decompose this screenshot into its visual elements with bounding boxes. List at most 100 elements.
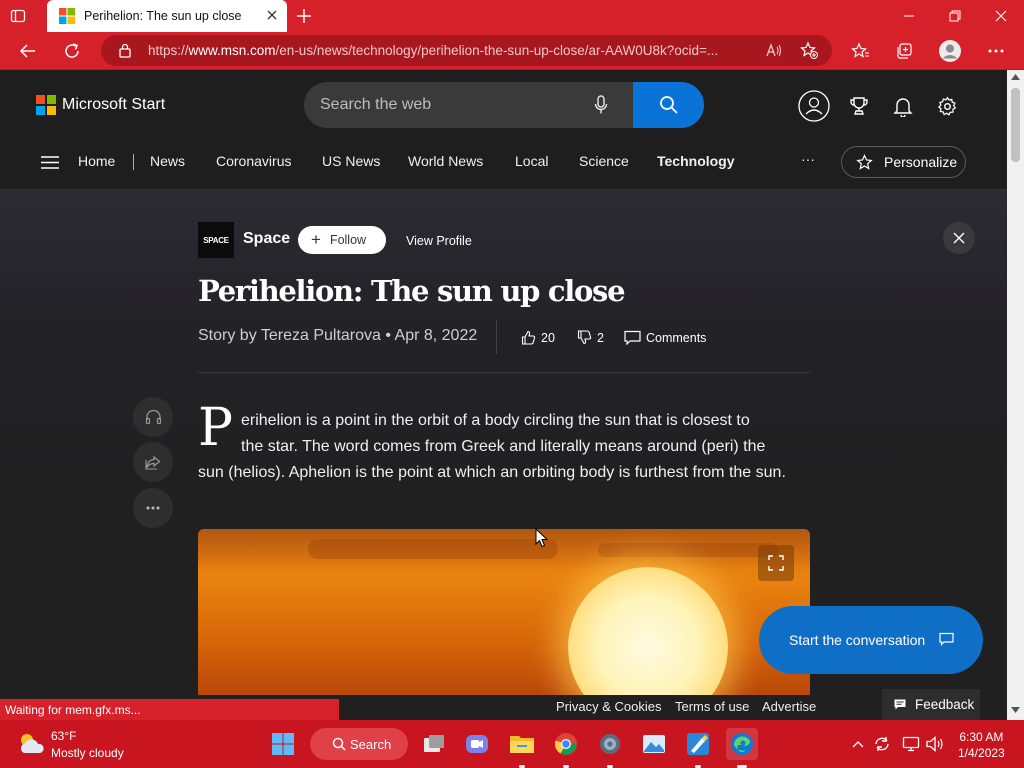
- article-panel: SPACE Space + Follow View Profile Perihe…: [0, 190, 1007, 720]
- ellipsis-icon: [146, 506, 160, 510]
- personalize-button[interactable]: Personalize: [841, 146, 966, 178]
- like-button[interactable]: 20: [521, 330, 555, 345]
- close-tab-icon[interactable]: [264, 7, 280, 23]
- fullscreen-image-button[interactable]: [758, 545, 794, 581]
- advertise-link[interactable]: Advertise: [762, 699, 816, 714]
- more-options-button[interactable]: [133, 488, 173, 528]
- nav-item-science[interactable]: Science: [579, 153, 629, 169]
- feedback-button[interactable]: Feedback: [882, 689, 980, 720]
- microsoft-start-logo[interactable]: Microsoft Start: [36, 95, 165, 115]
- chrome-icon[interactable]: [550, 728, 582, 760]
- browser-toolbar: https://www.msn.com/en-us/news/technolog…: [0, 32, 1024, 70]
- refresh-icon[interactable]: [57, 37, 87, 65]
- privacy-cookies-link[interactable]: Privacy & Cookies: [556, 699, 661, 714]
- account-icon[interactable]: [798, 90, 830, 122]
- close-window-icon[interactable]: [978, 0, 1024, 32]
- weather-condition: Mostly cloudy: [51, 746, 124, 760]
- nav-item-local[interactable]: Local: [515, 153, 548, 169]
- search-button[interactable]: [633, 82, 704, 128]
- thumbs-down-icon: [577, 330, 592, 345]
- scrollbar-thumb[interactable]: [1011, 88, 1020, 162]
- hamburger-menu-icon[interactable]: [41, 156, 59, 169]
- lock-icon[interactable]: [118, 43, 132, 58]
- comments-button[interactable]: Comments: [624, 330, 706, 345]
- page-scrollbar[interactable]: [1007, 70, 1024, 720]
- address-bar[interactable]: https://www.msn.com/en-us/news/technolog…: [101, 35, 832, 66]
- partly-cloudy-icon: [20, 734, 44, 753]
- chat-bubble-icon: [939, 632, 954, 646]
- settings-app-icon[interactable]: [594, 728, 626, 760]
- publisher-name[interactable]: Space: [243, 230, 290, 248]
- clock-date: 1/4/2023: [958, 746, 1005, 760]
- article-hero-image[interactable]: [198, 529, 810, 695]
- scroll-up-arrow-icon[interactable]: [1011, 74, 1020, 80]
- terms-of-use-link[interactable]: Terms of use: [675, 699, 749, 714]
- hero-sun: [568, 567, 728, 695]
- tab-title: Perihelion: The sun up close: [84, 9, 242, 23]
- taskbar-search-button[interactable]: Search: [310, 728, 408, 760]
- nav-item-coronavirus[interactable]: Coronavirus: [216, 153, 291, 169]
- microsoft-logo-icon: [36, 95, 56, 115]
- view-profile-link[interactable]: View Profile: [406, 234, 472, 248]
- settings-more-icon[interactable]: [981, 37, 1011, 65]
- back-arrow-icon[interactable]: [13, 37, 43, 65]
- article-paragraph: erihelion is a point in the orbit of a b…: [198, 408, 810, 486]
- scroll-down-arrow-icon[interactable]: [1011, 707, 1020, 713]
- edge-browser-icon[interactable]: [726, 728, 758, 760]
- msn-favicon-icon: [59, 8, 75, 24]
- nav-item-technology[interactable]: Technology: [657, 153, 735, 169]
- nav-item-home[interactable]: Home: [78, 153, 115, 169]
- listen-button[interactable]: [133, 397, 173, 437]
- add-favorite-icon[interactable]: [800, 41, 819, 60]
- url-text[interactable]: https://www.msn.com/en-us/news/technolog…: [148, 43, 718, 58]
- new-tab-icon[interactable]: [295, 7, 313, 25]
- favorites-icon[interactable]: [845, 37, 875, 65]
- restore-icon[interactable]: [932, 0, 978, 32]
- search-icon: [332, 737, 346, 751]
- expand-icon: [768, 555, 784, 571]
- nav-item-us-news[interactable]: US News: [322, 153, 380, 169]
- dislike-button[interactable]: 2: [577, 330, 604, 345]
- browser-title-bar: Perihelion: The sun up close: [0, 0, 1024, 32]
- clock-time: 6:30 AM: [959, 730, 1004, 744]
- notifications-bell-icon[interactable]: [887, 90, 919, 122]
- nav-item-news[interactable]: News: [150, 153, 185, 169]
- publisher-logo[interactable]: SPACE: [198, 222, 234, 258]
- collections-icon[interactable]: [889, 37, 919, 65]
- read-aloud-icon[interactable]: [765, 42, 782, 59]
- byline-divider: [496, 320, 497, 354]
- paint-app-icon[interactable]: [682, 728, 714, 760]
- tab-actions-icon[interactable]: [10, 8, 26, 24]
- teams-chat-icon[interactable]: [461, 728, 493, 760]
- system-clock[interactable]: 6:30 AM 1/4/2023: [958, 729, 1005, 761]
- start-button-icon[interactable]: [267, 728, 299, 760]
- follow-button[interactable]: + Follow: [298, 226, 386, 254]
- paragraph-rest: sun (helios). Aphelion is the point at w…: [198, 464, 786, 481]
- rewards-trophy-icon[interactable]: [843, 90, 875, 122]
- nav-item-world-news[interactable]: World News: [408, 153, 483, 169]
- file-explorer-icon[interactable]: [506, 728, 538, 760]
- close-article-button[interactable]: [943, 222, 975, 254]
- search-input[interactable]: [304, 82, 634, 128]
- browser-tab-active[interactable]: Perihelion: The sun up close: [47, 0, 287, 32]
- task-view-icon[interactable]: [418, 728, 450, 760]
- photos-app-icon[interactable]: [638, 728, 670, 760]
- feedback-icon: [894, 699, 906, 710]
- sync-icon[interactable]: [866, 728, 898, 760]
- microphone-icon[interactable]: [594, 95, 608, 115]
- web-search-box[interactable]: [304, 82, 704, 128]
- profile-avatar-icon[interactable]: [935, 37, 965, 65]
- start-conversation-label: Start the conversation: [789, 632, 926, 648]
- nav-more-button[interactable]: ···: [801, 151, 815, 167]
- start-conversation-button[interactable]: Start the conversation: [759, 606, 983, 674]
- share-button[interactable]: [133, 442, 173, 482]
- personalize-label: Personalize: [884, 154, 958, 170]
- minimize-icon[interactable]: [886, 0, 932, 32]
- volume-speaker-icon[interactable]: [919, 728, 951, 760]
- feedback-label: Feedback: [915, 697, 975, 712]
- settings-gear-icon[interactable]: [931, 90, 963, 122]
- plus-icon: +: [311, 230, 321, 249]
- brand-name: Microsoft Start: [62, 96, 166, 113]
- windows-taskbar: 63°F Mostly cloudy Search 6:30 AM 1/4/20…: [0, 720, 1024, 768]
- headphones-icon: [145, 409, 161, 425]
